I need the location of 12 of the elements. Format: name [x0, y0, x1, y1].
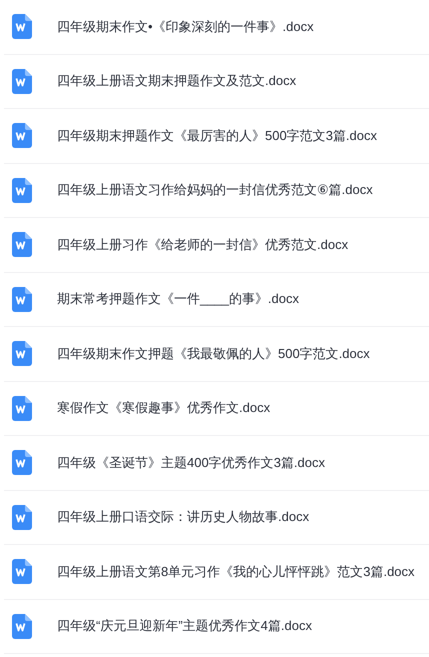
file-name[interactable]: 四年级上册语文第8单元习作《我的心儿怦怦跳》范文3篇.docx: [57, 562, 415, 581]
file-name[interactable]: 四年级上册口语交际：讲历史人物故事.docx: [57, 508, 310, 526]
file-name[interactable]: 寒假作文《寒假趣事》优秀作文.docx: [57, 399, 270, 418]
file-name[interactable]: 四年级期末作文•《印象深刻的一件事》.docx: [57, 18, 314, 36]
file-name[interactable]: 四年级上册语文期末押题作文及范文.docx: [57, 72, 296, 90]
file-name[interactable]: 四年级《圣诞节》主题400字优秀作文3篇.docx: [57, 454, 325, 472]
file-name[interactable]: 四年级“庆元旦迎新年”主题优秀作文4篇.docx: [57, 617, 312, 636]
file-name[interactable]: 四年级期末作文押题《我最敬佩的人》500字范文.docx: [57, 344, 370, 363]
file-name[interactable]: 四年级上册语文习作给妈妈的一封信优秀范文⑥篇.docx: [57, 181, 373, 200]
file-name[interactable]: 期末常考押题作文《一件____的事》.docx: [57, 290, 299, 308]
file-name[interactable]: 四年级期末押题作文《最厉害的人》500字范文3篇.docx: [57, 126, 377, 145]
file-name[interactable]: 四年级上册习作《给老师的一封信》优秀范文.docx: [57, 236, 348, 254]
